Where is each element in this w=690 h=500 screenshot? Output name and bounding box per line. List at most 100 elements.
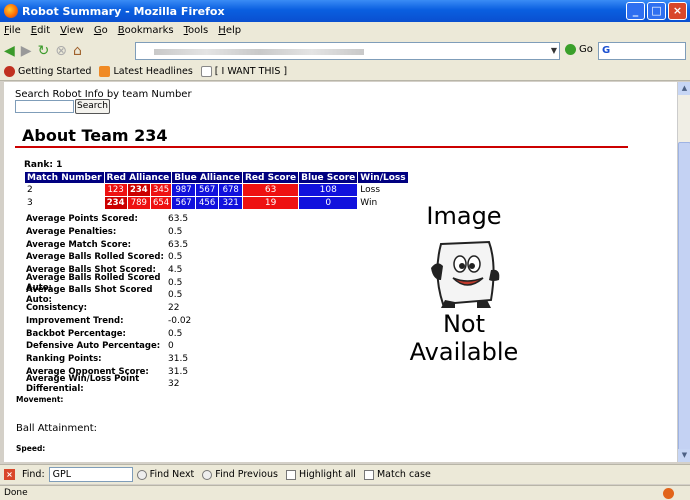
search-button[interactable]: Search: [75, 99, 110, 114]
stat-name: Average Penalties:: [26, 227, 117, 238]
header-blue-alliance: Blue Alliance: [171, 171, 243, 184]
image-not-available: Image Not Available: [389, 202, 539, 366]
go-label: Go: [579, 44, 593, 55]
blue-team: 321: [218, 196, 243, 210]
team-search-input[interactable]: [15, 100, 74, 113]
list-item: Defensive Auto Percentage: 0: [26, 340, 191, 353]
find-next-button[interactable]: Find Next: [136, 469, 194, 480]
checkbox-icon: [363, 469, 374, 480]
stat-value: 32: [168, 379, 180, 390]
rank-text: Rank: 1: [24, 160, 63, 170]
bookmark-i-want-this[interactable]: [ I WANT THIS ]: [200, 66, 288, 77]
bookmarks-toolbar: Getting Started Latest Headlines [ I WAN…: [0, 63, 690, 81]
list-item: Backbot Percentage: 0.5: [26, 327, 191, 340]
stat-name: Ranking Points:: [26, 353, 102, 364]
status-text: Done: [4, 488, 28, 498]
menu-view[interactable]: View: [60, 25, 84, 36]
header-match-number: Match Number: [24, 171, 105, 184]
red-team: 789: [126, 196, 151, 210]
close-icon[interactable]: ×: [4, 469, 15, 480]
blue-team: 987: [171, 183, 196, 197]
list-item: Ranking Points: 31.5: [26, 353, 191, 366]
bookmark-label: [ I WANT THIS ]: [214, 66, 288, 77]
bookmark-latest-headlines[interactable]: Latest Headlines: [99, 66, 193, 77]
red-team: 654: [149, 196, 173, 210]
back-arrow-icon[interactable]: ◀: [4, 43, 15, 59]
list-item: Average Penalties: 0.5: [26, 226, 191, 239]
find-previous-button[interactable]: Find Previous: [202, 469, 278, 480]
reload-icon[interactable]: ↻: [38, 43, 50, 59]
bookmark-label: Latest Headlines: [113, 66, 193, 77]
chevron-down-icon[interactable]: ▼: [551, 46, 557, 55]
firefox-status-icon: [663, 488, 674, 499]
image-placeholder-bottom-text: Not Available: [409, 310, 519, 366]
stat-name: Average Points Scored:: [26, 214, 138, 225]
menu-tools[interactable]: Tools: [184, 25, 209, 36]
status-bar: Done: [0, 485, 690, 500]
go-button[interactable]: Go: [565, 44, 593, 55]
highlight-all-button[interactable]: Highlight all: [285, 469, 356, 480]
list-item: Improvement Trend: -0.02: [26, 315, 191, 328]
scrollbar-thumb[interactable]: [678, 142, 690, 452]
forward-arrow-icon[interactable]: ▶: [21, 43, 32, 59]
close-button[interactable]: ×: [668, 2, 687, 20]
red-score: 19: [241, 196, 300, 210]
stat-value: 4.5: [168, 265, 183, 276]
red-team: 345: [149, 183, 173, 197]
stop-icon[interactable]: ⊗: [55, 43, 67, 59]
menu-file[interactable]: File: [4, 25, 21, 36]
list-item: Average Balls Rolled Scored: 0.5: [26, 251, 191, 264]
menu-bookmarks[interactable]: Bookmarks: [118, 25, 174, 36]
match-result: Loss: [357, 183, 409, 197]
maximize-button[interactable]: □: [647, 2, 666, 20]
stats-list: Average Points Scored: 63.5 Average Penal…: [26, 213, 191, 394]
red-team: 123: [103, 183, 128, 197]
page-content: Search Robot Info by team Number Search …: [4, 82, 677, 462]
menu-help[interactable]: Help: [218, 25, 241, 36]
bookmark-getting-started[interactable]: Getting Started: [4, 66, 91, 77]
minimize-button[interactable]: _: [626, 2, 645, 20]
web-search-input[interactable]: G: [598, 42, 686, 60]
home-icon[interactable]: ⌂: [73, 43, 82, 59]
stat-value: 0.5: [168, 328, 183, 339]
blue-team: 678: [218, 183, 243, 197]
find-input[interactable]: GPL: [48, 467, 133, 482]
match-number: 2: [24, 183, 105, 197]
stat-name: Average Balls Rolled Scored:: [26, 252, 164, 263]
stat-name: Average Win/Loss Point Differential:: [26, 374, 140, 395]
list-item: Average Balls Shot Scored Auto: 0.5: [26, 285, 191, 305]
rss-icon: [99, 66, 111, 77]
page-icon: [200, 66, 212, 77]
firefox-icon: [4, 4, 18, 18]
window-title: Robot Summary - Mozilla Firefox: [22, 4, 225, 18]
menu-edit[interactable]: Edit: [31, 25, 50, 36]
stat-name: Improvement Trend:: [26, 315, 124, 326]
go-arrow-icon: [565, 44, 576, 55]
header-blue-score: Blue Score: [298, 171, 359, 184]
stat-value: 31.5: [168, 366, 189, 377]
stat-value: 63.5: [168, 239, 189, 250]
stat-name: Consistency:: [26, 303, 88, 314]
vertical-scrollbar[interactable]: ▲ ▼: [677, 82, 690, 462]
list-item: Average Match Score: 63.5: [26, 238, 191, 251]
match-number: 3: [24, 196, 105, 210]
ball-attainment-label: Ball Attainment:: [16, 423, 97, 434]
stat-value: 63.5: [168, 214, 189, 225]
match-case-checkbox[interactable]: Match case: [363, 469, 431, 480]
blue-score: 0: [298, 196, 359, 210]
red-score: 63: [241, 183, 300, 197]
find-bar: × Find: GPL Find Next Find Previous High…: [0, 464, 690, 484]
find-label: Find:: [22, 469, 45, 480]
scroll-down-icon[interactable]: ▼: [678, 449, 690, 462]
url-bar[interactable]: ▼: [135, 42, 560, 60]
list-item: Average Win/Loss Point Differential: 32: [26, 374, 191, 394]
scroll-up-icon[interactable]: ▲: [678, 82, 690, 95]
header-win-loss: Win/Loss: [357, 171, 409, 184]
blue-team: 567: [194, 183, 220, 197]
movement-label: Movement:: [16, 395, 64, 404]
match-table: Match Number Red Alliance Blue Alliance …: [24, 171, 409, 210]
menu-go[interactable]: Go: [94, 25, 108, 36]
red-team: 234: [126, 183, 151, 197]
stat-value: 0.5: [168, 290, 183, 301]
bookmark-label: Getting Started: [18, 66, 92, 77]
